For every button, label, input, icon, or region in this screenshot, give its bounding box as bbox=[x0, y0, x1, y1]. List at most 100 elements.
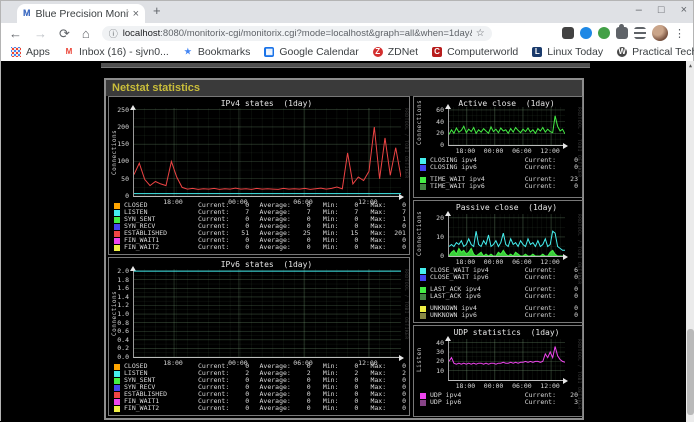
bookmark-item-inbox[interactable]: M Inbox (16) - sjvn0... bbox=[64, 46, 169, 58]
linux-today-icon: L bbox=[532, 47, 542, 57]
y-tick-label: 0.4 bbox=[109, 337, 129, 344]
x-tick-label: 06:00 bbox=[509, 383, 535, 390]
bookmark-item-computerworld[interactable]: C Computerworld bbox=[432, 46, 518, 58]
y-tick-label: 20 bbox=[414, 358, 444, 365]
legend-row: UDP ipv6Current:3 bbox=[420, 399, 578, 406]
legend-stat-value: 0 bbox=[386, 244, 406, 251]
chart-title: Passive close (1day) bbox=[444, 203, 569, 212]
legend-color-swatch bbox=[420, 268, 426, 274]
legend-color-swatch bbox=[114, 224, 120, 230]
bookmark-item-practical-technology[interactable]: W Practical Technol... bbox=[617, 46, 694, 58]
x-tick-label: 06:00 bbox=[290, 360, 316, 367]
site-info-icon[interactable]: ⓘ bbox=[109, 27, 118, 40]
bookmark-label: Linux Today bbox=[547, 46, 603, 58]
legend-stat-value: 0 bbox=[229, 405, 249, 412]
chart-title: IPv6 states (1day) bbox=[133, 260, 400, 269]
legend-stat-value: 0 bbox=[556, 293, 578, 300]
bookmark-item-zdnet[interactable]: Z ZDNet bbox=[373, 46, 418, 58]
y-tick-label: 30 bbox=[414, 349, 444, 356]
x-tick-label: 12:00 bbox=[537, 383, 563, 390]
x-tick-label: 00:00 bbox=[481, 259, 507, 266]
scrollbar-up-arrow[interactable]: ▲ bbox=[686, 63, 694, 69]
legend-color-swatch bbox=[420, 393, 426, 399]
legend-color-swatch bbox=[420, 158, 426, 164]
y-tick-label: 40 bbox=[414, 340, 444, 347]
extension-icon[interactable] bbox=[580, 27, 592, 39]
chart-panel-udp-statistics: UDP statistics (1day) Listen UDP ipv4Cur… bbox=[413, 325, 583, 417]
extension-tune-icon[interactable] bbox=[634, 27, 646, 39]
legend-color-swatch bbox=[114, 245, 120, 251]
legend-stat-label: Current: bbox=[192, 244, 230, 251]
bookmark-item-google-calendar[interactable]: ▦ Google Calendar bbox=[264, 46, 358, 58]
chart-legend: CLOSE_WAIT ipv4Current:6CLOSE_WAIT ipv6C… bbox=[420, 267, 578, 319]
extension-icon[interactable] bbox=[598, 27, 610, 39]
plot-area[interactable] bbox=[448, 107, 565, 146]
x-tick-label: 12:00 bbox=[537, 148, 563, 155]
legend-row: CLOSE_WAIT ipv6Current:0 bbox=[420, 274, 578, 281]
legend-stat-value: 3 bbox=[556, 399, 578, 406]
section-header: Netstat statistics bbox=[106, 80, 582, 96]
legend-series-name: FIN_WAIT2 bbox=[124, 244, 192, 251]
extension-icon[interactable] bbox=[562, 27, 574, 39]
forward-icon[interactable]: → bbox=[34, 27, 47, 40]
legend-stat-value: 0 bbox=[556, 164, 578, 171]
bookmark-star-icon[interactable]: ☆ bbox=[476, 28, 485, 39]
legend-color-swatch bbox=[420, 275, 426, 281]
chart-canvas bbox=[449, 339, 565, 380]
browser-menu-icon[interactable]: ⋮ bbox=[674, 27, 685, 40]
legend-color-swatch bbox=[420, 294, 426, 300]
x-tick-label: 12:00 bbox=[355, 360, 381, 367]
tab-strip: M Blue Precision Monitorix × + – □ × bbox=[1, 1, 693, 23]
y-tick-label: 0.8 bbox=[109, 320, 129, 327]
apps-shortcut[interactable]: Apps bbox=[11, 46, 50, 58]
url-host: localhost bbox=[123, 28, 161, 39]
back-icon[interactable]: ← bbox=[9, 27, 22, 40]
y-tick-label: 0.6 bbox=[109, 328, 129, 335]
profile-avatar[interactable] bbox=[652, 25, 668, 41]
maximize-button[interactable]: □ bbox=[658, 5, 665, 16]
plot-area[interactable] bbox=[448, 339, 565, 381]
reload-icon[interactable]: ⟳ bbox=[59, 27, 70, 40]
plot-area[interactable] bbox=[133, 269, 401, 358]
page-scrollbar[interactable]: ▲ bbox=[686, 61, 694, 422]
y-tick-label: 0.2 bbox=[109, 345, 129, 352]
plot-area[interactable] bbox=[448, 214, 565, 257]
minimize-button[interactable]: – bbox=[636, 5, 642, 16]
close-button[interactable]: × bbox=[681, 5, 687, 16]
y-tick-label: 1.0 bbox=[109, 311, 129, 318]
legend-row: UNKNOWN ipv6Current:0 bbox=[420, 312, 578, 319]
plot-area[interactable] bbox=[133, 108, 401, 197]
legend-stat-label: Current: bbox=[192, 405, 230, 412]
window-controls: – □ × bbox=[636, 1, 687, 19]
y-axis-label: Connections bbox=[111, 108, 118, 196]
rrdtool-watermark: RRDTOOL / TOBI OETIKER bbox=[576, 107, 581, 145]
new-tab-button[interactable]: + bbox=[153, 3, 161, 18]
legend-series-name: CLOSE_WAIT ipv6 bbox=[430, 274, 514, 281]
legend-stat-label: Current: bbox=[514, 164, 556, 171]
legend-row: LAST_ACK ipv6Current:0 bbox=[420, 293, 578, 300]
chart-panel-active-close: Active close (1day) Connections CLOSING … bbox=[413, 96, 583, 198]
legend-series-name: FIN_WAIT2 bbox=[124, 405, 192, 412]
bookmark-label: Google Calendar bbox=[279, 46, 358, 58]
y-tick-label: 20 bbox=[414, 215, 444, 222]
bookmark-item-bookmarks[interactable]: ★ Bookmarks bbox=[183, 46, 251, 58]
legend-color-swatch bbox=[420, 313, 426, 319]
legend-stat-value: 0 bbox=[556, 312, 578, 319]
x-tick-label: 18:00 bbox=[452, 148, 478, 155]
chart-title: IPv4 states (1day) bbox=[133, 99, 400, 108]
legend-stat-label: Current: bbox=[514, 183, 556, 190]
scrollbar-thumb[interactable] bbox=[687, 329, 694, 415]
tab-close-icon[interactable]: × bbox=[133, 8, 139, 20]
section-title: Netstat statistics bbox=[112, 82, 200, 94]
address-bar[interactable]: ⓘ localhost:8080/monitorix-cgi/monitorix… bbox=[102, 26, 492, 41]
home-icon[interactable]: ⌂ bbox=[82, 27, 90, 40]
chart-panel-ipv4-states: IPv4 states (1day) Connections CLOSEDCur… bbox=[108, 96, 410, 255]
bookmark-item-linux-today[interactable]: L Linux Today bbox=[532, 46, 603, 58]
legend-stat-value: 0 bbox=[291, 244, 311, 251]
extensions-puzzle-icon[interactable] bbox=[616, 27, 628, 39]
previous-section-border bbox=[101, 63, 590, 68]
browser-tab[interactable]: M Blue Precision Monitorix × bbox=[17, 4, 145, 23]
legend-stat-value: 0 bbox=[291, 405, 311, 412]
legend-color-swatch bbox=[114, 210, 120, 216]
y-tick-label: 40 bbox=[414, 119, 444, 126]
